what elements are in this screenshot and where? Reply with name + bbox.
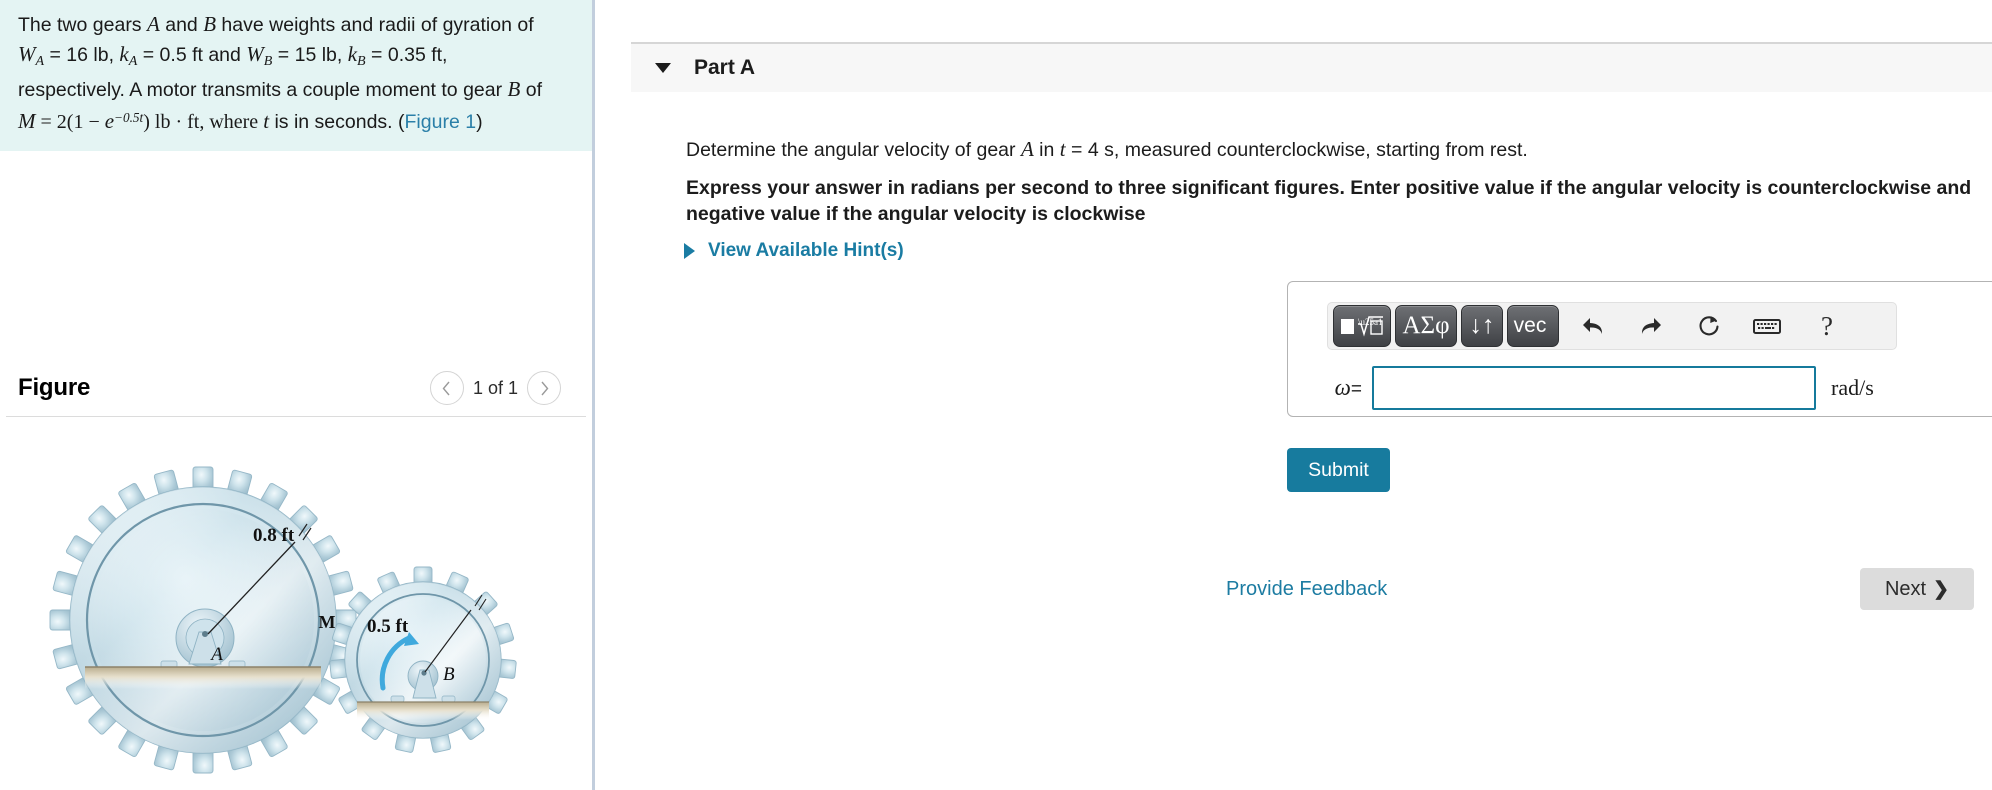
- updown-arrows-button[interactable]: ↓↑: [1461, 305, 1503, 347]
- eq-3: = 15 lb,: [272, 43, 348, 66]
- keyboard-icon: [1753, 319, 1781, 334]
- gear-b-moment-label: M: [319, 612, 336, 632]
- figure-next-button[interactable]: [527, 371, 561, 405]
- var-gear-a: A: [146, 12, 160, 36]
- chevron-right-icon: [540, 381, 548, 395]
- gear-a-center-label: A: [209, 644, 223, 665]
- figure-counter: 1 of 1: [472, 377, 518, 398]
- equals-symbol: =: [1350, 379, 1362, 400]
- question-part-c: = 4 s, measured counterclockwise, starti…: [1065, 139, 1528, 161]
- problem-line3-end: of: [520, 78, 543, 101]
- sub-B-2: B: [357, 52, 366, 69]
- figure-navigation: 1 of 1: [429, 371, 577, 405]
- provide-feedback-link[interactable]: Provide Feedback: [1226, 578, 1387, 601]
- reset-icon: [1699, 316, 1719, 336]
- var-gear-b-2: B: [507, 76, 521, 101]
- moment-equation: = 2(1 −: [35, 111, 105, 134]
- eq-1: = 16 lb,: [44, 43, 120, 66]
- symbol-e: e: [104, 109, 115, 134]
- problem-tail: is in seconds. (: [269, 111, 405, 134]
- instruction-text: Express your answer in radians per secon…: [686, 177, 1972, 225]
- template-sqrt-button[interactable]: \u25a1: [1333, 305, 1391, 347]
- help-icon: ?: [1821, 310, 1833, 341]
- submit-button[interactable]: Submit: [1287, 448, 1390, 492]
- next-button[interactable]: Next ❯: [1860, 568, 1974, 610]
- question-text: Determine the angular velocity of gear A…: [686, 136, 1976, 163]
- symbol-W-A: W: [18, 41, 36, 66]
- view-hints-link[interactable]: View Available Hint(s): [684, 240, 904, 262]
- gear-b-graphic: B M 0.5 ft: [319, 566, 517, 753]
- sqrt-template-icon: \u25a1: [1341, 316, 1383, 337]
- eq-2: = 0.5 ft and: [137, 43, 247, 66]
- undo-button[interactable]: [1571, 306, 1615, 346]
- figure-image: A 0.8 ft B M 0.5 ft: [0, 430, 595, 790]
- problem-line1-c: have weights and radii of gyration of: [216, 14, 534, 36]
- symbol-M: M: [18, 109, 36, 134]
- question-part-a: Determine the angular velocity of gear: [686, 139, 1021, 161]
- figure-header: Figure 1 of 1: [0, 358, 595, 418]
- sub-A-1: A: [35, 52, 45, 69]
- figure-title: Figure: [18, 374, 91, 401]
- panel-divider: [592, 0, 595, 790]
- answer-unit-label: rad/s: [1831, 375, 1874, 400]
- symbol-W-B: W: [246, 41, 264, 66]
- symbol-k-A: k: [119, 41, 129, 66]
- updown-arrows-label: ↓↑: [1469, 312, 1495, 339]
- chevron-right-icon: ❯: [1933, 578, 1950, 600]
- var-gear-b: B: [203, 12, 217, 36]
- omega-label: ω=: [1310, 375, 1362, 401]
- gear-a-graphic: A 0.8 ft: [49, 466, 357, 774]
- figure-1-link[interactable]: Figure 1: [405, 111, 477, 133]
- problem-tail2: ): [476, 111, 483, 134]
- question-part-b: in: [1033, 139, 1060, 161]
- vector-label: vec: [1513, 314, 1547, 337]
- gear-a-radius-label: 0.8 ft: [253, 525, 295, 546]
- moment-units: ) lb · ft, where: [143, 111, 264, 134]
- greek-symbols-label: ΑΣφ: [1402, 312, 1450, 339]
- greek-symbols-button[interactable]: ΑΣφ: [1395, 305, 1457, 347]
- answer-input[interactable]: [1372, 366, 1816, 410]
- page-root: The two gears A and B have weights and r…: [0, 0, 1992, 790]
- left-panel: The two gears A and B have weights and r…: [0, 0, 595, 790]
- reset-button[interactable]: [1687, 306, 1731, 346]
- next-label: Next: [1884, 577, 1927, 600]
- caret-down-icon[interactable]: [655, 63, 671, 73]
- question-var-a: A: [1020, 137, 1034, 161]
- problem-line1-a: The two gears: [18, 14, 147, 36]
- figure-divider: [6, 416, 586, 417]
- help-button[interactable]: ?: [1805, 306, 1849, 346]
- vector-button[interactable]: vec: [1507, 305, 1559, 347]
- omega-symbol: ω: [1334, 375, 1351, 400]
- gear-b-radius-label: 0.5 ft: [367, 616, 409, 637]
- problem-and: and: [159, 14, 204, 36]
- part-a-header[interactable]: Part A: [631, 44, 1992, 92]
- keyboard-button[interactable]: [1745, 306, 1789, 346]
- problem-text: The two gears A and B have weights and r…: [18, 10, 577, 137]
- gears-diagram: A 0.8 ft B M 0.5 ft: [49, 466, 517, 774]
- redo-icon: [1641, 318, 1661, 334]
- caret-right-icon: [684, 243, 695, 259]
- answer-entry-box: \u25a1 ΑΣφ ↓↑ vec ? ω= rad/s: [1287, 281, 1992, 417]
- problem-statement: The two gears A and B have weights and r…: [0, 0, 595, 151]
- figure-prev-button[interactable]: [429, 371, 464, 405]
- view-hints-label: View Available Hint(s): [708, 240, 904, 261]
- right-panel: Part A Determine the angular velocity of…: [600, 0, 1992, 790]
- eq-4: = 0.35 ft,: [365, 43, 448, 66]
- problem-line3: respectively. A motor transmits a couple…: [18, 78, 508, 101]
- math-toolbar: \u25a1 ΑΣφ ↓↑ vec ?: [1327, 302, 1897, 350]
- exponent: −0.5t: [114, 110, 144, 126]
- part-a-label: Part A: [694, 56, 756, 79]
- undo-icon: [1583, 318, 1603, 334]
- gear-b-center-label: B: [443, 664, 455, 685]
- redo-button[interactable]: [1629, 306, 1673, 346]
- answer-row: ω= rad/s: [1310, 366, 1874, 410]
- symbol-k-B: k: [347, 41, 358, 66]
- chevron-left-icon: [443, 381, 450, 395]
